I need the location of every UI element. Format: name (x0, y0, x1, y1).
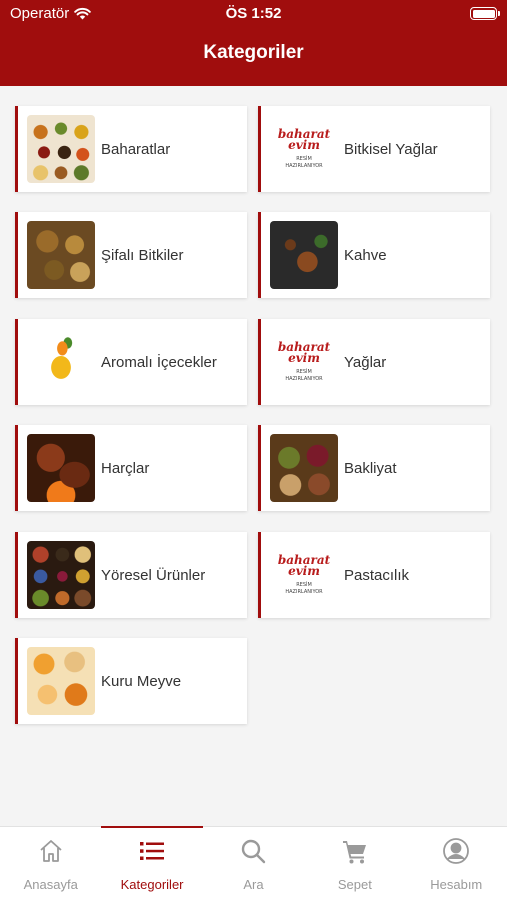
tab-label: Ara (243, 877, 264, 892)
tab-anasayfa[interactable]: Anasayfa (0, 827, 101, 900)
page-title: Kategoriler (203, 42, 304, 63)
tab-label: Sepet (337, 877, 372, 892)
account-icon (443, 838, 470, 864)
category-card-bitkisel-yaglar[interactable]: baharat evim RESİM HAZIRLANIYOR Bitkisel … (258, 106, 490, 192)
tab-hesabim[interactable]: Hesabım (406, 827, 507, 900)
category-card-kahve[interactable]: Kahve (258, 212, 490, 298)
status-time: ÖS 1:52 (225, 5, 282, 22)
category-card-yaglar[interactable]: baharat evim RESİM HAZIRLANIYOR Yağlar (258, 319, 490, 405)
category-label: Kahve (344, 246, 387, 264)
category-label: Harçlar (101, 459, 150, 477)
category-thumbnail (27, 434, 95, 502)
category-label: Yağlar (344, 353, 387, 371)
battery-icon (470, 7, 500, 20)
list-icon (140, 842, 165, 860)
active-tab-indicator (101, 826, 203, 828)
category-label: Kuru Meyve (101, 672, 182, 690)
category-label: Yöresel Ürünler (101, 566, 206, 584)
category-label: Bakliyat (344, 459, 397, 477)
category-label: Şifalı Bitkiler (101, 246, 184, 264)
brand-logo-line2: evim (288, 350, 320, 365)
tab-ara[interactable]: Ara (203, 827, 304, 900)
category-label: Pastacılık (344, 566, 410, 584)
tab-label: Anasayfa (23, 877, 78, 892)
category-label: Aromalı İçecekler (101, 353, 217, 371)
placeholder-caption: RESİM HAZIRLANIYOR (285, 581, 323, 595)
category-thumbnail (270, 221, 338, 289)
tab-label: Kategoriler (120, 877, 184, 892)
category-thumbnail (27, 221, 95, 289)
status-bar: Operatör ÖS 1:52 (0, 5, 507, 25)
search-icon (242, 839, 266, 864)
category-card-sifali-bitkiler[interactable]: Şifalı Bitkiler (15, 212, 247, 298)
brand-logo-line2: evim (288, 563, 320, 578)
cart-icon (342, 841, 366, 864)
category-label: Bitkisel Yağlar (344, 140, 438, 158)
category-card-baharatlar[interactable]: Baharatlar (15, 106, 247, 192)
category-label: Baharatlar (101, 140, 171, 158)
placeholder-caption: RESİM HAZIRLANIYOR (285, 368, 323, 382)
bottom-tab-bar: Anasayfa Kategoriler Ara Sepet Hesabım (0, 826, 507, 900)
app-header: Operatör ÖS 1:52 Kategoriler (0, 0, 507, 86)
category-thumbnail (27, 647, 95, 715)
tab-kategoriler[interactable]: Kategoriler (101, 826, 203, 900)
category-card-pastacilik[interactable]: baharat evim RESİM HAZIRLANIYOR Pastacılı… (258, 532, 490, 618)
category-card-kuru-meyve[interactable]: Kuru Meyve (15, 638, 247, 724)
brand-logo-line2: evim (288, 137, 320, 152)
category-thumbnail (270, 434, 338, 502)
category-thumbnail (27, 115, 95, 183)
home-icon (40, 840, 62, 862)
category-thumbnail (27, 328, 95, 396)
category-card-yoresel-urunler[interactable]: Yöresel Ürünler (15, 532, 247, 618)
category-thumbnail-placeholder: baharat evim RESİM HAZIRLANIYOR (270, 541, 338, 609)
category-card-harclar[interactable]: Harçlar (15, 425, 247, 511)
category-thumbnail-placeholder: baharat evim RESİM HAZIRLANIYOR (270, 115, 338, 183)
placeholder-caption: RESİM HAZIRLANIYOR (285, 155, 323, 169)
tab-sepet[interactable]: Sepet (304, 827, 405, 900)
category-thumbnail-placeholder: baharat evim RESİM HAZIRLANIYOR (270, 328, 338, 396)
category-thumbnail (27, 541, 95, 609)
category-card-bakliyat[interactable]: Bakliyat (258, 425, 490, 511)
tab-label: Hesabım (430, 877, 483, 892)
category-card-aromali-icecekler[interactable]: Aromalı İçecekler (15, 319, 247, 405)
